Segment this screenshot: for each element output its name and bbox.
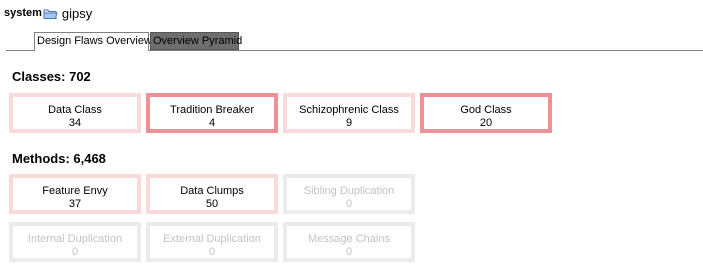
card-value: 0 (71, 246, 79, 258)
card-label: Data Class (48, 104, 102, 116)
card-value: 20 (479, 117, 493, 129)
card-label: God Class (460, 104, 512, 116)
card-sibling-duplication[interactable]: Sibling Duplication 0 (283, 174, 415, 214)
card-internal-duplication[interactable]: Internal Duplication 0 (9, 222, 141, 262)
card-value: 34 (68, 117, 82, 129)
project-name: gipsy (61, 5, 93, 21)
card-external-duplication[interactable]: External Duplication 0 (146, 222, 278, 262)
folder-icon[interactable] (43, 7, 58, 20)
card-label: Tradition Breaker (170, 104, 254, 116)
card-label: Schizophrenic Class (299, 104, 399, 116)
card-label: Feature Envy (42, 185, 108, 197)
card-label: Internal Duplication (27, 233, 123, 245)
card-label: External Duplication (163, 233, 261, 245)
system-label: system (4, 7, 42, 19)
card-feature-envy[interactable]: Feature Envy 37 (9, 174, 141, 214)
card-value: 0 (345, 198, 353, 210)
tab-design-flaws-overview[interactable]: Design Flaws Overview (34, 32, 152, 51)
card-schizophrenic-class[interactable]: Schizophrenic Class 9 (283, 93, 415, 133)
card-value: 0 (345, 246, 353, 258)
card-message-chains[interactable]: Message Chains 0 (283, 222, 415, 262)
card-value: 0 (208, 246, 216, 258)
card-label: Data Clumps (180, 185, 244, 197)
card-god-class[interactable]: God Class 20 (420, 93, 552, 133)
card-value: 50 (205, 198, 219, 210)
card-value: 9 (345, 117, 353, 129)
card-data-class[interactable]: Data Class 34 (9, 93, 141, 133)
card-value: 4 (208, 117, 216, 129)
classes-title: Classes: 702 (12, 69, 91, 84)
card-data-clumps[interactable]: Data Clumps 50 (146, 174, 278, 214)
card-label: Sibling Duplication (303, 185, 395, 197)
card-tradition-breaker[interactable]: Tradition Breaker 4 (146, 93, 278, 133)
card-label: Message Chains (308, 233, 390, 245)
tab-overview-pyramid[interactable]: Overview Pyramid (150, 32, 242, 50)
header: system gipsy (4, 5, 92, 21)
card-value: 37 (68, 198, 82, 210)
methods-title: Methods: 6,468 (12, 151, 106, 166)
